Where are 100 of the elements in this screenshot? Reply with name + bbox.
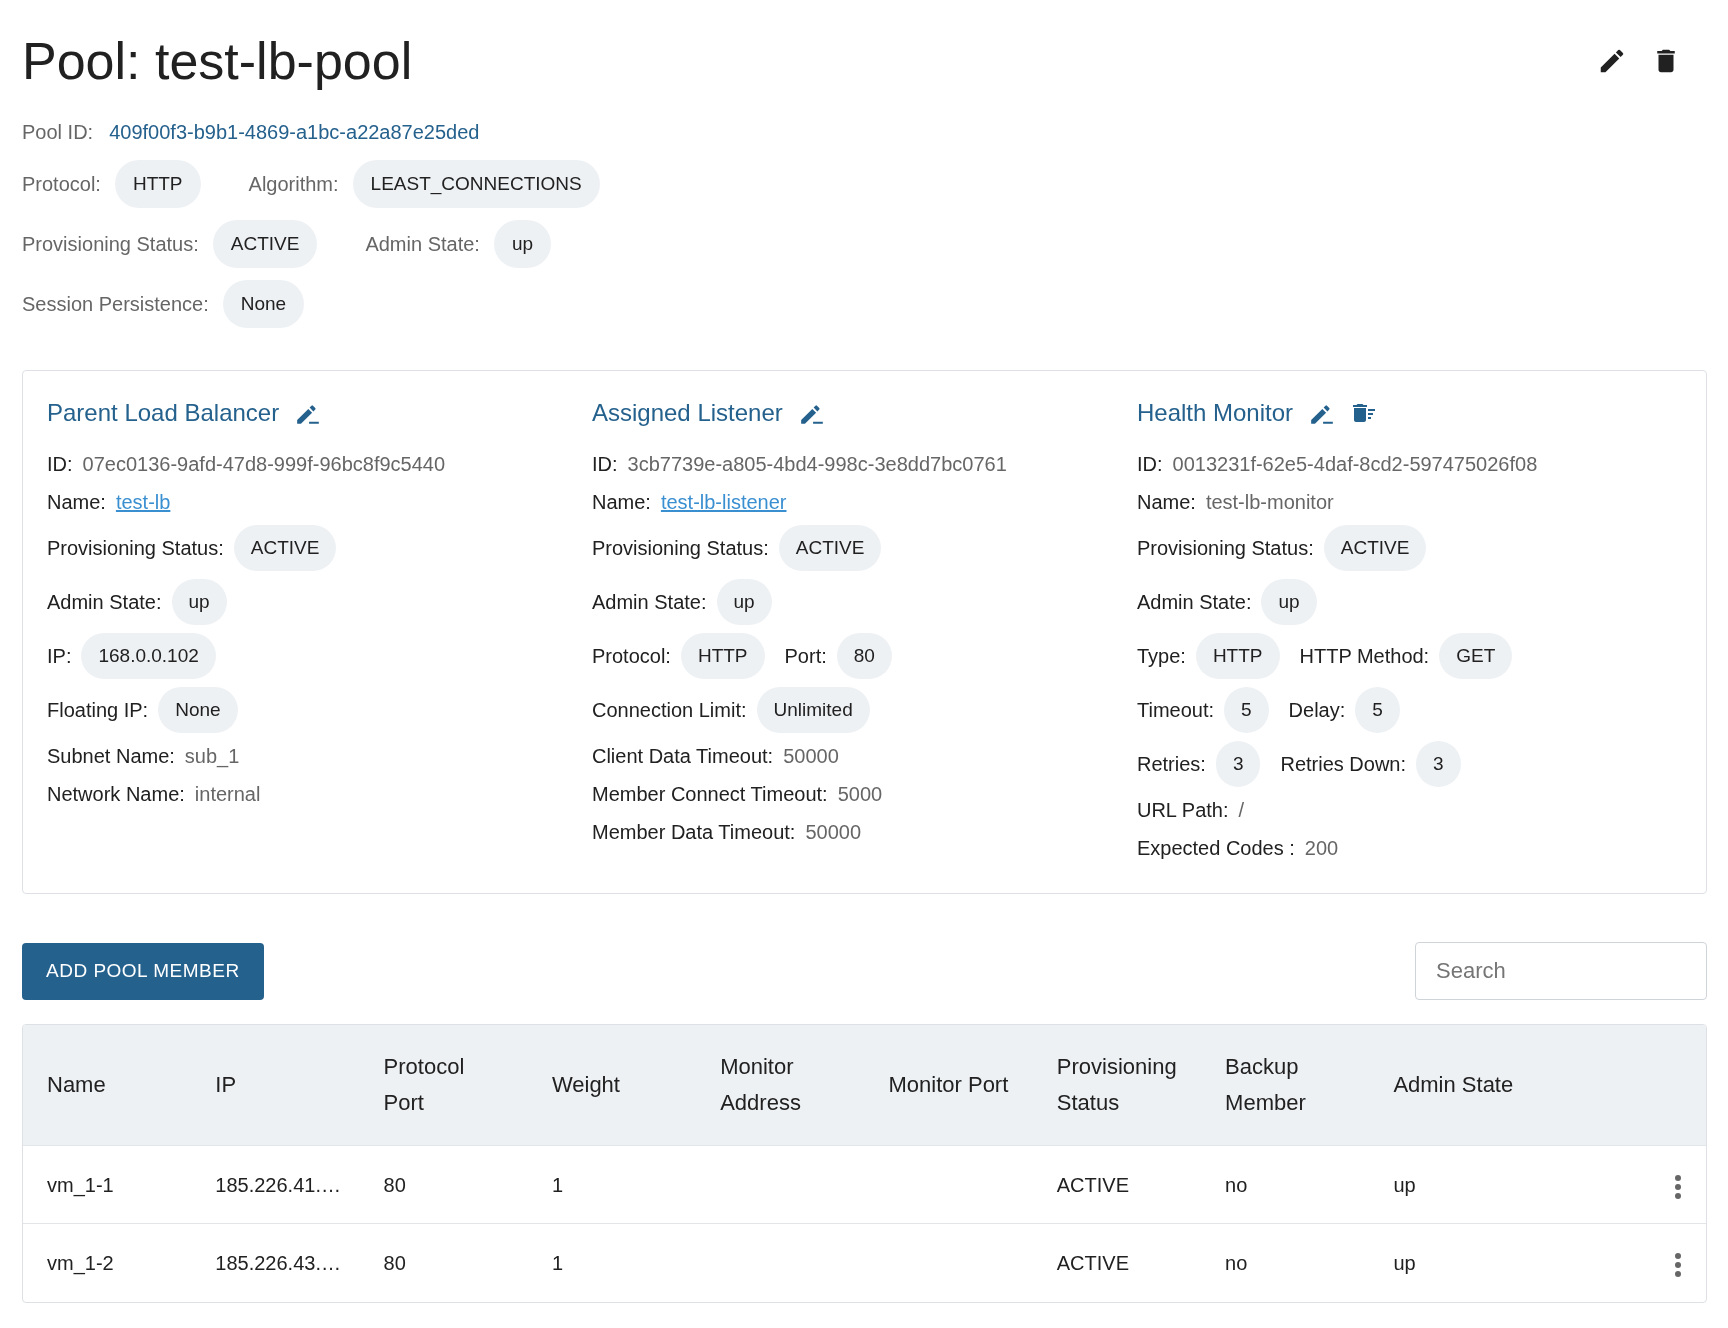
field-value: 200 — [1304, 836, 1339, 862]
field-value: test-lb-monitor — [1205, 490, 1334, 516]
value-chip: ACTIVE — [1323, 525, 1427, 572]
field-label: URL Path: — [1136, 798, 1229, 824]
column-header: Monitor Address — [696, 1025, 865, 1146]
field-label: ID: — [1136, 452, 1163, 478]
field-label: Provisioning Status: — [1136, 536, 1314, 562]
field-label: Expected Codes : — [1136, 836, 1295, 862]
field-label: ID: — [592, 452, 618, 478]
table-cell: up — [1393, 1173, 1416, 1196]
more-options-icon[interactable] — [1674, 1173, 1682, 1200]
section-title: Health Monitor — [1136, 398, 1294, 429]
field-value: internal — [194, 782, 261, 808]
field-label: Protocol: — [592, 644, 671, 670]
name-link[interactable]: test-lb — [115, 487, 171, 518]
field-label: Client Data Timeout: — [592, 744, 774, 770]
field-value: 3cb7739e-a805-4bd4-998c-3e8dd7bc0761 — [627, 452, 1007, 478]
table-cell: vm_1-2 — [47, 1252, 114, 1275]
column-header: Backup Member — [1201, 1025, 1370, 1146]
more-options-icon[interactable] — [1674, 1251, 1682, 1278]
value-chip: ACTIVE — [778, 525, 882, 572]
field-label: Provisioning Status: — [592, 536, 769, 562]
value-chip: 5 — [1224, 687, 1269, 734]
value-chip: 3 — [1416, 741, 1461, 788]
table-cell: 1 — [551, 1173, 563, 1196]
name-link[interactable]: test-lb-listener — [660, 487, 787, 518]
field-label: Delay: — [1288, 698, 1346, 724]
field-label: Admin State: — [592, 590, 707, 616]
section-title: Parent Load Balancer — [47, 398, 280, 429]
field-label: Network Name: — [47, 782, 185, 808]
value-chip: 168.0.0.102 — [81, 633, 216, 680]
value-chip: LEAST_CONNECTIONS — [352, 160, 600, 209]
value-chip: 3 — [1215, 741, 1261, 788]
column-header: Admin State — [1369, 1025, 1538, 1146]
field-label: Member Data Timeout: — [592, 820, 796, 846]
value-chip: None — [158, 687, 238, 734]
value-chip: 80 — [836, 633, 892, 680]
field-label: Admin State: — [47, 590, 162, 616]
search-field[interactable]: Search — [1415, 942, 1707, 1001]
value-chip: HTTP — [114, 160, 201, 209]
field-label: IP: — [47, 644, 72, 670]
field-label: Floating IP: — [47, 698, 149, 724]
field-value: 0013231f-62e5-4daf-8cd2-597475026f08 — [1172, 452, 1538, 478]
column-header: Weight — [527, 1025, 697, 1146]
value-chip: GET — [1439, 633, 1513, 680]
column-header: Provisioning Status — [1032, 1025, 1202, 1146]
table-cell: 185.226.43.… — [215, 1252, 341, 1275]
field-label: Connection Limit: — [592, 698, 747, 724]
table-cell: 185.226.41.… — [215, 1173, 341, 1196]
table-cell: 80 — [383, 1252, 406, 1275]
value-chip: up — [171, 579, 227, 626]
table-cell: ACTIVE — [1056, 1252, 1130, 1275]
field-label: Retries: — [1136, 752, 1206, 778]
table-cell: no — [1225, 1173, 1248, 1196]
table-cell: no — [1225, 1252, 1248, 1275]
field-label: Member Connect Timeout: — [592, 782, 828, 808]
field-label: Protocol: — [22, 172, 101, 198]
value-chip: HTTP — [680, 633, 765, 680]
column-header: IP — [191, 1025, 360, 1146]
value-chip: up — [493, 220, 552, 269]
table-cell: ACTIVE — [1056, 1173, 1130, 1196]
field-value: 5000 — [837, 782, 883, 808]
field-value: 50000 — [783, 744, 839, 770]
field-label: Name: — [47, 490, 106, 516]
field-label: Algorithm: — [248, 172, 339, 198]
table-cell: 80 — [383, 1173, 406, 1196]
field-label: Timeout: — [1136, 698, 1215, 724]
field-label: HTTP Method: — [1299, 644, 1430, 670]
field-value: 50000 — [805, 820, 862, 846]
value-chip: up — [1261, 579, 1317, 626]
field-label: Name: — [592, 490, 651, 516]
section-title: Assigned Listener — [592, 398, 783, 429]
field-value: sub_1 — [184, 744, 240, 770]
table-cell: vm_1-1 — [47, 1173, 114, 1196]
field-label: Pool ID: — [22, 120, 94, 146]
column-header: Name — [23, 1025, 192, 1146]
field-label: Subnet Name: — [47, 744, 175, 770]
table-cell: up — [1393, 1252, 1416, 1275]
field-label: Port: — [784, 644, 827, 670]
column-header: Protocol Port — [359, 1025, 528, 1146]
field-label: Provisioning Status: — [47, 536, 224, 562]
field-label: Type: — [1136, 644, 1186, 670]
table-cell: 1 — [551, 1252, 563, 1275]
field-label: Admin State: — [1136, 590, 1252, 616]
column-header: Monitor Port — [864, 1025, 1033, 1146]
value-chip: HTTP — [1195, 633, 1280, 680]
field-label: Admin State: — [365, 232, 480, 258]
field-value: 07ec0136-9afd-47d8-999f-96bc8f9c5440 — [82, 452, 446, 478]
field-value: / — [1238, 798, 1245, 824]
value-chip: ACTIVE — [233, 525, 337, 572]
value-chip: None — [222, 280, 305, 329]
value-chip: 5 — [1355, 687, 1400, 734]
field-label: Session Persistence: — [22, 292, 209, 318]
pool-id-value: 409f00f3-b9b1-4869-a1bc-a22a87e25ded — [109, 120, 480, 146]
page-title: Pool: test-lb-pool — [22, 31, 413, 92]
field-label: ID: — [47, 452, 73, 478]
add-pool-member-button[interactable]: ADD POOL MEMBER — [22, 943, 264, 1000]
value-chip: up — [716, 579, 772, 626]
value-chip: ACTIVE — [212, 220, 318, 269]
field-label: Retries Down: — [1280, 752, 1407, 778]
